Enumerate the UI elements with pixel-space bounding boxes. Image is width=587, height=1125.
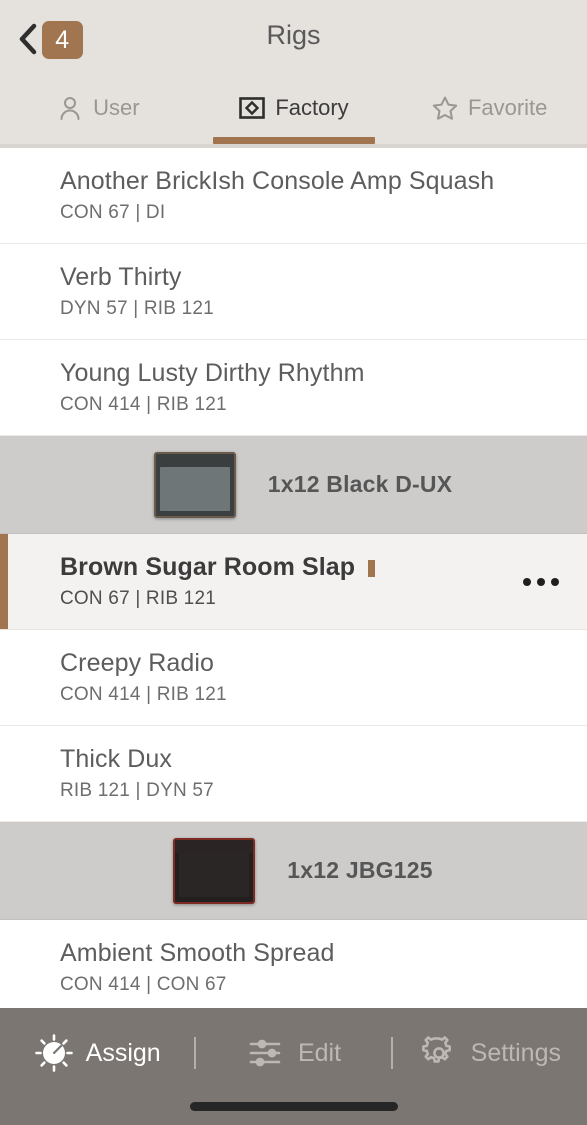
app-header: 4 Rigs User Factory Favorite (0, 0, 587, 148)
nav-row: 4 Rigs (0, 0, 587, 78)
tab-favorite[interactable]: Favorite (391, 78, 587, 148)
rig-title: Creepy Radio (60, 649, 215, 678)
edit-button[interactable]: Edit (196, 1026, 390, 1080)
cabinet-name: 1x12 JBG125 (287, 857, 433, 883)
rig-list[interactable]: Another BrickIsh Console Amp Squash CON … (0, 148, 587, 1008)
page-title: Rigs (266, 20, 321, 50)
edit-label: Edit (297, 1038, 342, 1067)
selection-indicator (0, 534, 8, 629)
rig-subtitle: CON 67 | RIB 121 (60, 587, 216, 609)
rig-title: Verb Thirty (60, 263, 182, 292)
rig-subtitle: CON 414 | CON 67 (60, 973, 227, 995)
bottom-toolbar: Assign Edit Settings (0, 1008, 587, 1125)
list-item[interactable]: Thick Dux RIB 121 | DYN 57 (0, 726, 587, 822)
cabinet-grill (159, 466, 230, 511)
list-item[interactable]: Young Lusty Dirthy Rhythm CON 414 | RIB … (0, 340, 587, 436)
settings-button[interactable]: Settings (393, 1026, 587, 1080)
gear-icon (419, 1033, 459, 1073)
more-horizontal-icon-dot (537, 577, 545, 586)
sliders-icon (246, 1033, 286, 1073)
list-item[interactable]: Another BrickIsh Console Amp Squash CON … (0, 148, 587, 244)
cabinet-group-header[interactable]: 1x12 JBG125 (0, 822, 587, 920)
active-tab-underline (212, 137, 375, 144)
assign-label: Assign (85, 1038, 161, 1067)
user-icon (56, 94, 84, 122)
cabinet-grill (179, 852, 250, 897)
cabinet-red-icon (173, 837, 256, 904)
cabinet-black-icon (153, 451, 236, 518)
list-item-selected[interactable]: Brown Sugar Room Slap CON 67 | RIB 121 (0, 534, 587, 630)
tab-favorite-label: Favorite (467, 95, 548, 120)
active-rig-marker-icon (368, 559, 376, 577)
rig-title-text: Brown Sugar Room Slap (60, 553, 356, 582)
more-options-button[interactable] (517, 558, 565, 606)
diamond-square-icon (238, 94, 266, 122)
settings-label: Settings (470, 1038, 561, 1067)
rig-title: Young Lusty Dirthy Rhythm (60, 359, 365, 388)
rig-title: Thick Dux (60, 745, 173, 774)
tab-bar: User Factory Favorite (0, 78, 587, 148)
tab-user[interactable]: User (0, 78, 196, 148)
cabinet-name: 1x12 Black D-UX (267, 471, 453, 497)
list-item[interactable]: Verb Thirty DYN 57 | RIB 121 (0, 244, 587, 340)
more-horizontal-icon-dot (523, 577, 531, 586)
knob-icon (34, 1033, 74, 1073)
assign-button[interactable]: Assign (0, 1026, 194, 1080)
rig-subtitle: RIB 121 | DYN 57 (60, 779, 214, 801)
rig-title: Ambient Smooth Spread (60, 939, 335, 968)
rig-subtitle: CON 414 | RIB 121 (60, 393, 227, 415)
more-horizontal-icon-dot (551, 577, 559, 586)
rig-subtitle: CON 414 | RIB 121 (60, 683, 227, 705)
rigs-screen: 4 Rigs User Factory Favorite Another Bri… (0, 0, 587, 1125)
list-item[interactable]: Creepy Radio CON 414 | RIB 121 (0, 630, 587, 726)
cabinet-top (155, 453, 234, 467)
rig-subtitle: DYN 57 | RIB 121 (60, 297, 214, 319)
cabinet-group-header[interactable]: 1x12 Black D-UX (0, 436, 587, 534)
rig-title: Brown Sugar Room Slap (60, 553, 587, 583)
tab-factory-label: Factory (275, 95, 349, 120)
home-indicator[interactable] (189, 1102, 398, 1111)
tab-user-label: User (93, 95, 140, 120)
cabinet-top (175, 839, 254, 853)
rig-subtitle: CON 67 | DI (60, 201, 166, 223)
star-icon (431, 94, 459, 122)
tab-factory[interactable]: Factory (196, 78, 392, 148)
list-item[interactable]: Ambient Smooth Spread CON 414 | CON 67 (0, 920, 587, 1008)
rig-title: Another BrickIsh Console Amp Squash (60, 167, 495, 196)
